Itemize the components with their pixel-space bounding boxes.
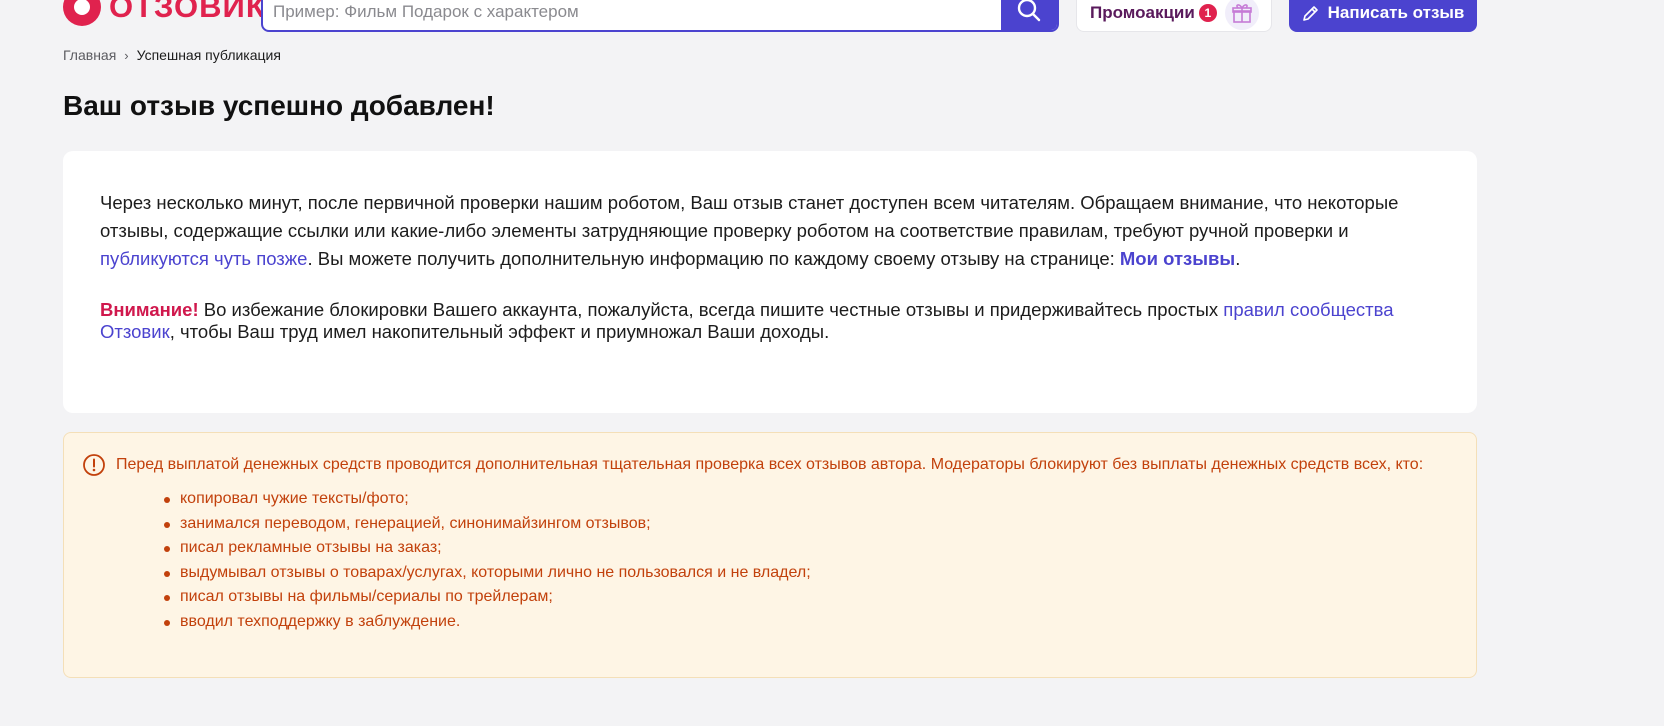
alert-list: копировал чужие тексты/фото; занимался п… bbox=[162, 487, 1456, 635]
list-item: копировал чужие тексты/фото; bbox=[162, 487, 1456, 512]
info-text-1: Через несколько минут, после первичной п… bbox=[100, 192, 1399, 241]
warning-text-2: , чтобы Ваш труд имел накопительный эффе… bbox=[169, 321, 830, 342]
exclamation-circle-icon bbox=[83, 454, 105, 476]
search-bar bbox=[261, 0, 1059, 32]
list-item: писал рекламные отзывы на заказ; bbox=[162, 536, 1456, 561]
info-paragraph: Через несколько минут, после первичной п… bbox=[100, 189, 1407, 273]
promo-label: Промоакции bbox=[1090, 3, 1195, 22]
promo-count-badge: 1 bbox=[1198, 4, 1217, 22]
alert-text: Перед выплатой денежных средств проводит… bbox=[116, 456, 1424, 473]
site-logo[interactable]: ОТЗОВИК bbox=[63, 0, 266, 28]
warning-text: Во избежание блокировки Вашего аккаунта,… bbox=[198, 299, 1224, 320]
my-reviews-link[interactable]: Мои отзывы bbox=[1120, 248, 1235, 269]
search-icon bbox=[1017, 0, 1041, 22]
write-review-label: Написать отзыв bbox=[1327, 3, 1465, 22]
logo-text: ОТЗОВИК bbox=[109, 0, 266, 24]
search-input[interactable] bbox=[263, 0, 1001, 30]
logo-mark-icon bbox=[63, 0, 101, 26]
payout-warning-alert: Перед выплатой денежных средств проводит… bbox=[63, 432, 1477, 678]
warning-label: Внимание! bbox=[100, 299, 199, 320]
search-button[interactable] bbox=[1001, 0, 1057, 30]
breadcrumb: Главная › Успешная публикация bbox=[63, 47, 281, 63]
warning-paragraph: Внимание! Во избежание блокировки Вашего… bbox=[100, 299, 1407, 343]
list-item: выдумывал отзывы о товарах/услугах, кото… bbox=[162, 561, 1456, 586]
page-title: Ваш отзыв успешно добавлен! bbox=[63, 90, 495, 121]
info-text-2: . Вы можете получить дополнительную инфо… bbox=[307, 248, 1120, 269]
promo-button[interactable]: Промоакции 1 bbox=[1076, 0, 1272, 32]
info-text-3: . bbox=[1235, 248, 1241, 269]
published-later-link[interactable]: публикуются чуть позже bbox=[100, 248, 307, 269]
gift-icon bbox=[1224, 0, 1259, 30]
breadcrumb-current: Успешная публикация bbox=[136, 47, 281, 63]
breadcrumb-home-link[interactable]: Главная bbox=[63, 47, 116, 63]
success-info-card: Через несколько минут, после первичной п… bbox=[63, 151, 1477, 413]
pencil-icon bbox=[1302, 6, 1318, 21]
list-item: занимался переводом, генерацией, синоним… bbox=[162, 512, 1456, 537]
write-review-button[interactable]: Написать отзыв bbox=[1289, 0, 1477, 32]
list-item: вводил техподдержку в заблуждение. bbox=[162, 610, 1456, 635]
list-item: писал отзывы на фильмы/сериалы по трейле… bbox=[162, 585, 1456, 610]
breadcrumb-separator: › bbox=[124, 47, 129, 63]
